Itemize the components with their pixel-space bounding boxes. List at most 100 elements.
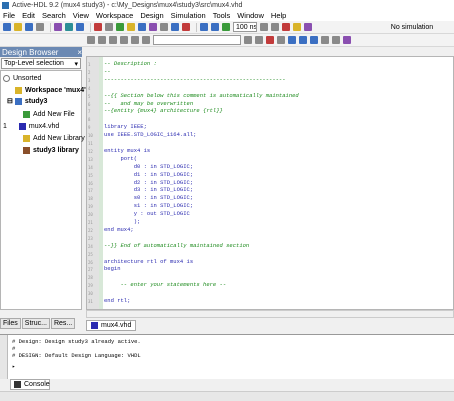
console-toggle-icon[interactable] bbox=[160, 23, 168, 31]
line-number: 19 bbox=[88, 204, 93, 210]
bookmark-icon[interactable] bbox=[277, 36, 285, 44]
fsm-icon[interactable] bbox=[116, 23, 124, 31]
menu-file[interactable]: File bbox=[3, 11, 15, 20]
find-icon[interactable] bbox=[138, 23, 146, 31]
console-prompt[interactable]: ▸ bbox=[12, 363, 15, 370]
code-line: -- Description : bbox=[104, 60, 157, 67]
design-tree: Unsorted Workspace 'mux4': ⊟ study3 Add … bbox=[0, 70, 88, 310]
tree-item-design[interactable]: ⊟ study3 bbox=[7, 96, 47, 106]
menu-tools[interactable]: Tools bbox=[213, 11, 231, 20]
editor-horizontal-scrollbar[interactable] bbox=[86, 310, 454, 318]
new-file-icon[interactable] bbox=[3, 23, 11, 31]
stop-icon[interactable] bbox=[282, 23, 290, 31]
tree-item-mux4-vhd[interactable]: 1 mux4.vhd bbox=[3, 121, 59, 131]
trace-icon[interactable] bbox=[293, 23, 301, 31]
menu-simulation[interactable]: Simulation bbox=[171, 11, 206, 20]
save-icon[interactable] bbox=[25, 23, 33, 31]
find-replace-icon[interactable] bbox=[142, 36, 150, 44]
top-level-selector[interactable]: Top-Level selection ▾ bbox=[1, 58, 81, 69]
menu-design[interactable]: Design bbox=[140, 11, 163, 20]
tree-item-workspace[interactable]: Workspace 'mux4': bbox=[15, 85, 88, 95]
menu-view[interactable]: View bbox=[73, 11, 89, 20]
code-line: d1 : in STD_LOGIC; bbox=[104, 170, 194, 178]
wave-icon[interactable] bbox=[171, 23, 179, 31]
zoom-fit-icon[interactable] bbox=[310, 36, 318, 44]
tree-item-add-new-library[interactable]: Add New Library bbox=[23, 133, 85, 143]
undo-icon[interactable] bbox=[120, 36, 128, 44]
chevron-down-icon[interactable]: ▾ bbox=[74, 60, 78, 68]
library-manager-icon[interactable] bbox=[127, 23, 135, 31]
copy-icon[interactable] bbox=[98, 36, 106, 44]
line-number: 20 bbox=[88, 212, 93, 218]
redo-icon[interactable] bbox=[131, 36, 139, 44]
step-icon[interactable] bbox=[260, 23, 268, 31]
open-icon[interactable] bbox=[14, 23, 22, 31]
code-line: d3 : in STD_LOGIC; bbox=[104, 186, 194, 194]
save-all-icon[interactable] bbox=[36, 23, 44, 31]
tree-item-unsorted[interactable]: Unsorted bbox=[3, 73, 41, 83]
file-marker: 1 bbox=[3, 122, 7, 130]
tree-item-add-new-file[interactable]: Add New File bbox=[23, 109, 75, 119]
design-browser-tabs: Files Struc... Res... bbox=[0, 318, 82, 330]
code-line: entity mux4 is bbox=[104, 146, 151, 154]
top-level-selector-value: Top-Level selection bbox=[4, 60, 64, 67]
close-icon[interactable]: × bbox=[77, 48, 82, 57]
menu-help[interactable]: Help bbox=[271, 11, 286, 20]
menu-edit[interactable]: Edit bbox=[22, 11, 35, 20]
zoom-out-icon[interactable] bbox=[299, 36, 307, 44]
design-icon bbox=[14, 97, 22, 105]
console-panel[interactable]: # Design: Design study3 already active. … bbox=[0, 334, 454, 380]
find-prev-icon[interactable] bbox=[255, 36, 263, 44]
run-icon[interactable] bbox=[200, 23, 208, 31]
break-icon[interactable] bbox=[182, 23, 190, 31]
line-number: 25 bbox=[88, 251, 93, 257]
run-until-icon[interactable] bbox=[211, 23, 219, 31]
menu-bar: File Edit Search View Workspace Design S… bbox=[0, 10, 454, 21]
cut-icon[interactable] bbox=[87, 36, 95, 44]
console-icon[interactable] bbox=[149, 23, 157, 31]
breakpoint-icon[interactable] bbox=[266, 36, 274, 44]
status-bar bbox=[0, 391, 454, 401]
indent-icon[interactable] bbox=[321, 36, 329, 44]
line-number: 26 bbox=[88, 259, 93, 265]
sim-time-field[interactable]: 100 ns bbox=[233, 22, 257, 32]
comment-icon[interactable] bbox=[343, 36, 351, 44]
design-icon[interactable] bbox=[76, 23, 84, 31]
restart-icon[interactable] bbox=[304, 23, 312, 31]
paste-icon[interactable] bbox=[109, 36, 117, 44]
menu-workspace[interactable]: Workspace bbox=[96, 11, 133, 20]
line-number: 27 bbox=[88, 267, 93, 273]
code-editor[interactable]: 1 -- Description : 2 -- 3 -------------------… bbox=[86, 56, 454, 310]
outdent-icon[interactable] bbox=[332, 36, 340, 44]
step-over-icon[interactable] bbox=[271, 23, 279, 31]
code-line: s1 : in STD_LOGIC; bbox=[104, 202, 194, 210]
menu-window[interactable]: Window bbox=[237, 11, 264, 20]
line-number: 4 bbox=[88, 85, 91, 91]
block-diagram-icon[interactable] bbox=[105, 23, 113, 31]
menu-search[interactable]: Search bbox=[42, 11, 66, 20]
code-line: --{{ Section below this comment is autom… bbox=[104, 91, 299, 99]
radio-icon[interactable] bbox=[3, 74, 10, 82]
line-number: 3 bbox=[88, 77, 91, 83]
run-for-icon[interactable] bbox=[222, 23, 230, 31]
collapse-icon[interactable]: ⊟ bbox=[7, 97, 13, 105]
code-line: y : out STD_LOGIC bbox=[104, 210, 190, 218]
find-next-icon[interactable] bbox=[244, 36, 252, 44]
find-field[interactable] bbox=[153, 35, 241, 45]
add-file-icon bbox=[23, 110, 30, 118]
new-waveform-icon[interactable] bbox=[94, 23, 102, 31]
tab-files[interactable]: Files bbox=[0, 318, 21, 329]
console-line: # Design: Design study3 already active. bbox=[12, 338, 141, 345]
tab-console[interactable]: Console bbox=[10, 379, 50, 390]
tab-mux4-vhd[interactable]: mux4.vhd bbox=[86, 320, 137, 331]
design-browser-header: Design Browser × bbox=[0, 47, 82, 57]
tab-resources[interactable]: Res... bbox=[50, 318, 76, 329]
design-browser-title: Design Browser bbox=[2, 47, 59, 57]
compile-all-icon[interactable] bbox=[65, 23, 73, 31]
compile-icon[interactable] bbox=[54, 23, 62, 31]
line-number: 16 bbox=[88, 180, 93, 186]
vhdl-file-icon bbox=[91, 322, 98, 329]
tab-structure[interactable]: Struc... bbox=[21, 318, 50, 329]
tree-item-library[interactable]: study3 library bbox=[23, 145, 79, 155]
zoom-in-icon[interactable] bbox=[288, 36, 296, 44]
